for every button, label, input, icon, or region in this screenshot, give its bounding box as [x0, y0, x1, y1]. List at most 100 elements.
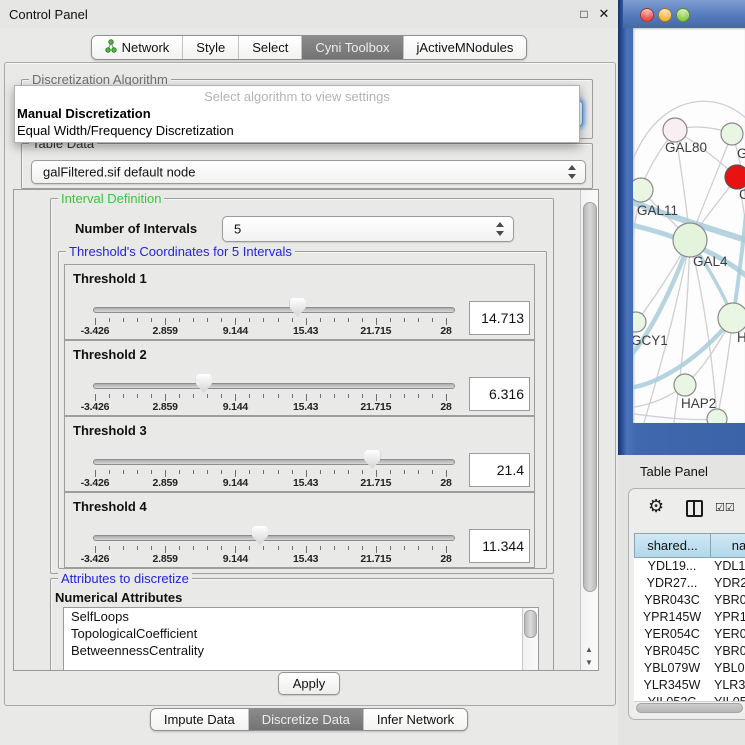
numerical-attributes-list[interactable]: SelfLoopsTopologicalCoefficientBetweenne…	[63, 607, 539, 671]
slider-tick	[165, 470, 166, 477]
table-row[interactable]: YDL19...YDL19...	[634, 558, 745, 575]
slider-tick	[292, 546, 293, 550]
slider-tick	[278, 546, 279, 550]
table-row[interactable]: YIL052CYIL052C	[634, 694, 745, 701]
slider-tick	[263, 546, 264, 550]
minimize-traffic-light[interactable]	[658, 8, 672, 22]
split-columns-icon[interactable]	[686, 500, 703, 517]
slider-tick	[235, 394, 236, 401]
cell-shared-name: YBR043C	[634, 592, 710, 609]
number-of-intervals-combo[interactable]: 5	[222, 216, 514, 242]
column-header-shared-name[interactable]: shared...	[634, 533, 710, 558]
select-columns-checkbox-icons[interactable]: ☑☑	[715, 501, 735, 514]
slider-thumb[interactable]	[364, 450, 380, 469]
cell-name: YPR145W	[710, 609, 745, 626]
slider-thumb[interactable]	[290, 298, 306, 317]
slider-track[interactable]	[93, 383, 455, 389]
table-row[interactable]: YER054CYER054C	[634, 626, 745, 643]
group-title: Attributes to discretize	[58, 571, 192, 586]
float-window-icon[interactable]: □	[576, 6, 592, 22]
cyni-toolbox-panel: Discretization Algorithm Table Data galF…	[4, 62, 616, 706]
scroll-down-icon[interactable]: ▼	[582, 656, 596, 669]
table-row[interactable]: YBR045CYBR045C	[634, 643, 745, 660]
table-panel: ⚙ ☑☑ shared...name YDL19...YDL19...YDR27…	[628, 488, 745, 720]
slider-tick	[123, 546, 124, 550]
slider-tick	[320, 546, 321, 550]
slider-scale-label: 15.43	[279, 401, 333, 413]
threshold-value-field[interactable]: 14.713	[469, 301, 530, 335]
slider-tick	[292, 470, 293, 474]
scroll-up-icon[interactable]: ▲	[582, 643, 596, 656]
network-node[interactable]	[707, 409, 727, 423]
table-body: YDL19...YDL19...YDR27...YDR27...YBR043CY…	[634, 558, 745, 701]
slider-tick	[376, 546, 377, 553]
threshold-row: Threshold 3-3.4262.8599.14415.4321.71528…	[64, 416, 535, 492]
slider-tick	[151, 470, 152, 474]
network-node-gcy1[interactable]	[633, 312, 646, 332]
slider-scale-label: 2.859	[138, 325, 192, 337]
threshold-value-field[interactable]: 21.4	[469, 453, 530, 487]
table-row[interactable]: YLR345WYLR345W	[634, 677, 745, 694]
apply-button[interactable]: Apply	[278, 672, 340, 695]
table-h-scrollbar-thumb[interactable]	[636, 703, 743, 713]
list-scrollbar[interactable]	[522, 608, 538, 671]
threshold-value-field[interactable]: 11.344	[469, 529, 530, 563]
network-canvas[interactable]: GAL80G.CGAL11GAL4HGCY1HAP2	[633, 28, 745, 423]
panel-scrollbar-thumb[interactable]	[583, 202, 597, 592]
slider-tick	[418, 394, 419, 398]
network-node-gal4[interactable]	[673, 223, 707, 257]
close-traffic-light[interactable]	[640, 8, 654, 22]
tab-discretize-data[interactable]: Discretize Data	[249, 709, 364, 730]
tab-select[interactable]: Select	[239, 36, 302, 59]
network-node-gal80[interactable]	[663, 118, 687, 142]
table-row[interactable]: YPR145WYPR145W	[634, 609, 745, 626]
tab-jactivemnodules[interactable]: jActiveMNodules	[404, 36, 527, 59]
slider-tick	[404, 546, 405, 550]
table-h-scrollbar[interactable]	[634, 701, 745, 713]
slider-scale-label: 28	[419, 477, 473, 489]
list-scrollbar-thumb[interactable]	[524, 610, 537, 638]
network-node-hap2[interactable]	[674, 374, 696, 396]
gear-icon[interactable]: ⚙	[648, 496, 664, 517]
network-node-h[interactable]	[718, 303, 745, 333]
slider-thumb[interactable]	[196, 374, 212, 393]
slider-track[interactable]	[93, 535, 455, 541]
network-node-gal11[interactable]	[633, 178, 653, 202]
number-of-intervals-label: Number of Intervals	[75, 221, 197, 236]
slider-tick	[137, 546, 138, 550]
slider-track[interactable]	[93, 307, 455, 313]
slider-track[interactable]	[93, 459, 455, 465]
list-item[interactable]: SelfLoops	[64, 608, 538, 625]
menu-item-equal-width-frequency[interactable]: Equal Width/Frequency Discretization	[17, 123, 575, 138]
tab-cyni-toolbox[interactable]: Cyni Toolbox	[302, 36, 403, 59]
tab-label: jActiveMNodules	[417, 40, 514, 55]
table-data-combo[interactable]: galFiltered.sif default node	[31, 160, 586, 184]
slider-tick	[390, 394, 391, 398]
column-header-name[interactable]: name	[710, 533, 745, 558]
network-window-titlebar[interactable]	[623, 0, 745, 28]
threshold-value-field[interactable]: 6.316	[469, 377, 530, 411]
slider-thumb[interactable]	[252, 526, 268, 545]
slider-tick	[320, 318, 321, 322]
list-item[interactable]: TopologicalCoefficient	[64, 625, 538, 642]
network-node-c[interactable]	[725, 165, 745, 189]
node-table[interactable]: shared...name YDL19...YDL19...YDR27...YD…	[634, 533, 745, 701]
interval-definition-group: Interval Definition Number of Intervals …	[50, 198, 554, 574]
menu-item-manual-discretization[interactable]: Manual Discretization	[17, 106, 575, 121]
table-row[interactable]: YBL079WYBL079W	[634, 660, 745, 677]
tab-style[interactable]: Style	[183, 36, 239, 59]
slider-tick	[179, 470, 180, 474]
tab-impute-data[interactable]: Impute Data	[151, 709, 249, 730]
tab-network[interactable]: Network	[92, 36, 184, 59]
slider-tick	[334, 394, 335, 398]
panel-scrollbar[interactable]: ▲ ▼	[580, 190, 598, 670]
close-icon[interactable]: ✕	[596, 6, 612, 22]
network-node-g[interactable]	[721, 123, 743, 145]
list-item[interactable]: BetweennessCentrality	[64, 642, 538, 659]
zoom-traffic-light[interactable]	[676, 8, 690, 22]
table-row[interactable]: YBR043CYBR043C	[634, 592, 745, 609]
network-graph[interactable]: GAL80G.CGAL11GAL4HGCY1HAP2	[633, 28, 745, 423]
tab-infer-network[interactable]: Infer Network	[364, 709, 467, 730]
table-row[interactable]: YDR27...YDR27...	[634, 575, 745, 592]
combo-value: galFiltered.sif default node	[43, 165, 195, 180]
